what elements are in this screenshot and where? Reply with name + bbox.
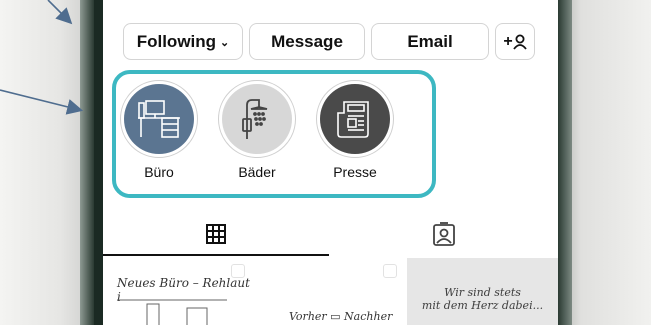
message-label: Message [271, 31, 343, 51]
message-button[interactable]: Message [249, 23, 365, 60]
active-tab-indicator [103, 254, 329, 256]
post-thumbnail[interactable]: Neues Büro – Rehlaut i [103, 258, 253, 325]
carousel-icon [383, 264, 397, 278]
post-caption-line: Wir sind stets [444, 286, 521, 299]
highlight-ring [316, 80, 394, 158]
highlight-presse[interactable]: Presse [315, 80, 395, 180]
post-thumbnail[interactable]: Vorher ▭ Nachher [255, 258, 405, 325]
tab-posts-grid[interactable] [103, 212, 329, 256]
phone-edge-right [558, 0, 572, 325]
email-button[interactable]: Email [371, 23, 489, 60]
post-thumbnail[interactable]: Wir sind stets mit dem Herz dabei... [407, 258, 558, 325]
highlight-ring [218, 80, 296, 158]
highlight-ring [120, 80, 198, 158]
add-person-icon: + [503, 32, 527, 51]
arrow-to-highlights [0, 89, 84, 115]
annotation-arrows [0, 0, 84, 115]
email-label: Email [407, 31, 453, 51]
arrow-to-buttons [47, 0, 73, 25]
following-button[interactable]: Following ⌄ [123, 23, 243, 60]
plus-glyph: + [503, 32, 513, 50]
highlight-baeder[interactable]: Bäder [217, 80, 297, 180]
highlight-label: Bäder [238, 164, 276, 180]
sketch-drawing [117, 299, 227, 325]
post-caption-line: mit dem Herz dabei... [421, 299, 544, 312]
highlight-label: Büro [144, 164, 174, 180]
post-caption: Wir sind stets mit dem Herz dabei... [407, 286, 558, 312]
grid-icon [206, 224, 226, 244]
following-label: Following [136, 31, 217, 51]
phone-screen: Following ⌄ Message Email + Büro Bäder P… [103, 0, 558, 325]
carousel-icon [231, 264, 245, 278]
chevron-down-icon: ⌄ [220, 37, 230, 49]
shower-icon [222, 84, 292, 154]
desk-icon [124, 84, 194, 154]
highlight-label: Presse [333, 164, 377, 180]
newspaper-icon [320, 84, 390, 154]
post-caption: Vorher ▭ Nachher [289, 310, 393, 323]
tab-tagged[interactable] [331, 212, 557, 256]
highlight-buero[interactable]: Büro [119, 80, 199, 180]
add-person-button[interactable]: + [495, 23, 535, 60]
tagged-person-icon [433, 222, 455, 246]
